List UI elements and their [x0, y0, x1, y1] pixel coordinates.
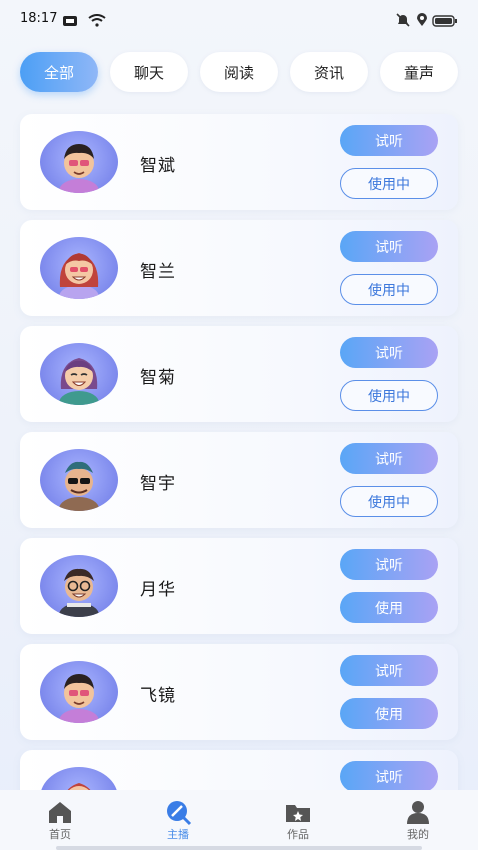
location-icon — [416, 12, 428, 31]
tab-child-voice[interactable]: 童声 — [380, 52, 458, 92]
voice-card: 月华 试听 使用 — [20, 538, 458, 634]
mute-icon — [396, 12, 410, 31]
in-use-button[interactable]: 使用中 — [340, 168, 438, 199]
tab-chat[interactable]: 聊天 — [110, 52, 188, 92]
tab-label: 全部 — [43, 63, 74, 82]
wifi-icon — [88, 12, 106, 31]
home-indicator — [56, 846, 422, 850]
listen-button[interactable]: 试听 — [340, 337, 438, 368]
status-bar: 18:17 — [0, 0, 478, 36]
voice-card: 智斌 试听 使用中 — [20, 114, 458, 210]
voice-name: 智菊 — [140, 368, 176, 388]
avatar — [40, 661, 118, 723]
category-tabs: 全部 聊天 阅读 资讯 童声 — [20, 52, 460, 94]
works-folder-icon — [284, 798, 312, 826]
voice-name: 飞镜 — [140, 686, 176, 706]
notification-icon — [62, 12, 78, 31]
nav-works[interactable]: 作品 — [258, 790, 338, 850]
battery-icon — [432, 12, 458, 31]
nav-home[interactable]: 首页 — [20, 790, 100, 850]
voice-card: 飞镜 试听 使用 — [20, 644, 458, 740]
in-use-button[interactable]: 使用中 — [340, 380, 438, 411]
nav-label: 我的 — [407, 828, 429, 841]
tab-reading[interactable]: 阅读 — [200, 52, 278, 92]
bottom-nav: 首页 主播 作品 我的 — [0, 790, 478, 850]
voice-name: 智斌 — [140, 156, 176, 176]
home-icon — [46, 798, 74, 826]
tab-news[interactable]: 资讯 — [290, 52, 368, 92]
tab-all[interactable]: 全部 — [20, 52, 98, 92]
listen-button[interactable]: 试听 — [340, 655, 438, 686]
nav-anchor[interactable]: 主播 — [138, 790, 218, 850]
voice-name: 智宇 — [140, 474, 176, 494]
avatar — [40, 131, 118, 193]
avatar — [40, 555, 118, 617]
profile-icon — [404, 798, 432, 826]
tab-label: 童声 — [403, 63, 434, 82]
status-time: 18:17 — [20, 11, 58, 26]
avatar — [40, 343, 118, 405]
in-use-button[interactable]: 使用中 — [340, 486, 438, 517]
voice-card: 智菊 试听 使用中 — [20, 326, 458, 422]
listen-button[interactable]: 试听 — [340, 549, 438, 580]
avatar — [40, 449, 118, 511]
listen-button[interactable]: 试听 — [340, 125, 438, 156]
nav-profile[interactable]: 我的 — [378, 790, 458, 850]
nav-label: 主播 — [167, 828, 189, 841]
anchor-icon — [164, 798, 192, 826]
tab-label: 阅读 — [223, 63, 254, 82]
in-use-button[interactable]: 使用中 — [340, 274, 438, 305]
nav-label: 首页 — [49, 828, 71, 841]
tab-label: 资讯 — [313, 63, 344, 82]
use-button[interactable]: 使用 — [340, 698, 438, 729]
voice-card: 智宇 试听 使用中 — [20, 432, 458, 528]
voice-name: 智兰 — [140, 262, 176, 282]
listen-button[interactable]: 试听 — [340, 231, 438, 262]
voice-name: 月华 — [140, 580, 176, 600]
use-button[interactable]: 使用 — [340, 592, 438, 623]
listen-button[interactable]: 试听 — [340, 761, 438, 792]
avatar — [40, 237, 118, 299]
voice-card: 智兰 试听 使用中 — [20, 220, 458, 316]
tab-label: 聊天 — [133, 63, 164, 82]
nav-label: 作品 — [287, 828, 309, 841]
listen-button[interactable]: 试听 — [340, 443, 438, 474]
